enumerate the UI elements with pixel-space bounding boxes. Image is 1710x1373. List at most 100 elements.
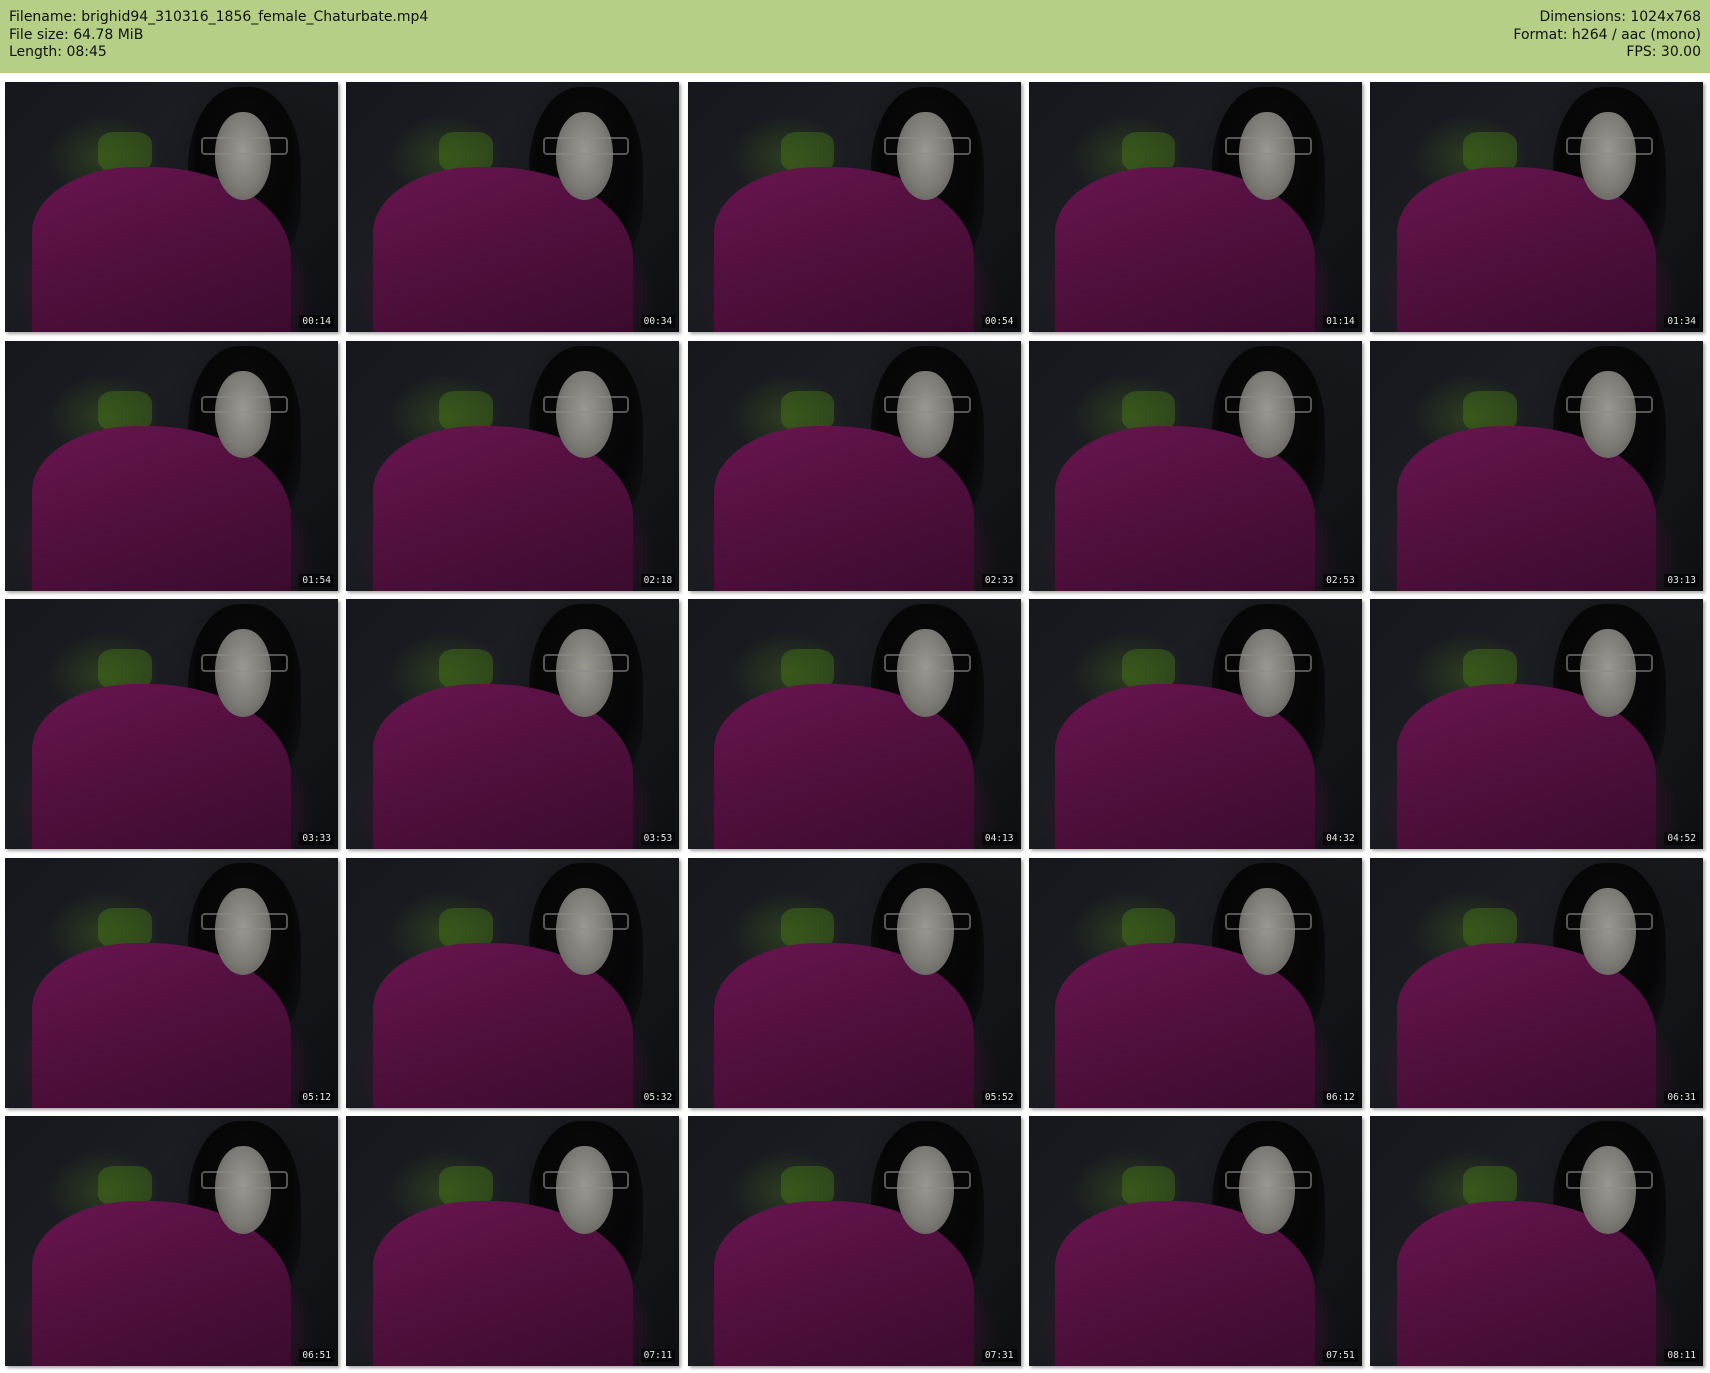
frame-face xyxy=(897,887,954,975)
video-frame-thumbnail[interactable]: 07:51 xyxy=(1028,1116,1362,1366)
video-frame-thumbnail[interactable]: 06:31 xyxy=(1370,857,1703,1108)
frame-image xyxy=(5,857,338,1108)
frame-glasses xyxy=(1566,912,1654,930)
frame-glasses xyxy=(201,1171,289,1189)
frame-glasses xyxy=(1225,137,1312,155)
frame-glasses xyxy=(542,654,630,672)
frame-image xyxy=(1028,1116,1362,1366)
frame-image xyxy=(5,340,338,591)
frame-pillow xyxy=(1463,132,1517,172)
video-frame-thumbnail[interactable]: 06:51 xyxy=(5,1116,338,1366)
frame-pillow xyxy=(1463,390,1517,431)
timestamp-label: 02:53 xyxy=(1323,573,1358,587)
timestamp-label: 07:31 xyxy=(981,1349,1017,1362)
video-frame-thumbnail[interactable]: 04:32 xyxy=(1028,599,1362,849)
frame-image xyxy=(1370,340,1703,591)
frame-face xyxy=(556,112,613,200)
video-frame-thumbnail[interactable]: 03:33 xyxy=(5,599,338,849)
video-frame-thumbnail[interactable]: 04:52 xyxy=(1370,599,1703,849)
frame-pillow xyxy=(780,649,834,689)
frame-pillow xyxy=(439,132,493,172)
timestamp-label: 05:52 xyxy=(981,1090,1017,1104)
frame-image xyxy=(1028,82,1362,332)
frame-image xyxy=(346,340,680,591)
frame-pillow xyxy=(780,907,834,948)
frame-image xyxy=(687,857,1021,1108)
frame-glasses xyxy=(883,1171,971,1189)
timestamp-label: 00:14 xyxy=(299,315,334,328)
timestamp-label: 04:13 xyxy=(981,832,1017,845)
frame-image xyxy=(5,82,338,332)
frame-pillow xyxy=(98,132,152,172)
video-frame-thumbnail[interactable]: 02:18 xyxy=(346,340,680,591)
timestamp-label: 05:32 xyxy=(640,1090,676,1104)
video-frame-thumbnail[interactable]: 01:34 xyxy=(1370,82,1703,332)
frame-image xyxy=(687,340,1021,591)
thumbnail-grid: 00:14 00:34 00:54 01:14 01:34 01:54 02:18 02:33… xyxy=(5,82,1707,1370)
frame-image xyxy=(1370,599,1703,849)
video-frame-thumbnail[interactable]: 08:11 xyxy=(1370,1116,1703,1366)
frame-glasses xyxy=(1225,1171,1312,1189)
frame-image xyxy=(346,82,680,332)
timestamp-label: 01:34 xyxy=(1664,315,1699,328)
file-info-header: Filename: brighid94_310316_1856_female_C… xyxy=(0,0,1710,73)
timestamp-label: 06:31 xyxy=(1664,1090,1699,1104)
frame-face xyxy=(1238,112,1296,200)
frame-glasses xyxy=(542,395,630,413)
fps-text: FPS: 30.00 xyxy=(1626,44,1701,60)
frame-image xyxy=(1028,599,1362,849)
frame-glasses xyxy=(201,654,289,672)
timestamp-label: 03:13 xyxy=(1664,573,1699,587)
frame-face xyxy=(1238,1146,1296,1234)
timestamp-label: 00:54 xyxy=(981,315,1017,328)
frame-pillow xyxy=(1463,1166,1517,1206)
frame-image xyxy=(1370,857,1703,1108)
frame-glasses xyxy=(201,912,289,930)
video-frame-thumbnail[interactable]: 02:33 xyxy=(687,340,1021,591)
video-frame-thumbnail[interactable]: 07:31 xyxy=(687,1116,1021,1366)
video-frame-thumbnail[interactable]: 00:14 xyxy=(5,82,338,332)
frame-pillow xyxy=(439,390,493,431)
video-frame-thumbnail[interactable]: 05:12 xyxy=(5,857,338,1108)
frame-glasses xyxy=(883,395,971,413)
frame-pillow xyxy=(98,649,152,689)
frame-glasses xyxy=(1566,1171,1654,1189)
frame-image xyxy=(1370,1116,1703,1366)
video-frame-thumbnail[interactable]: 01:54 xyxy=(5,340,338,591)
frame-pillow xyxy=(439,1166,493,1206)
frame-pillow xyxy=(1463,907,1517,948)
frame-glasses xyxy=(883,912,971,930)
format-text: Format: h264 / aac (mono) xyxy=(1513,26,1701,43)
video-frame-thumbnail[interactable]: 05:52 xyxy=(687,857,1021,1108)
frame-glasses xyxy=(201,137,289,155)
frame-face xyxy=(1579,629,1637,717)
frame-face xyxy=(214,1146,272,1234)
video-frame-thumbnail[interactable]: 02:53 xyxy=(1028,340,1362,591)
frame-image xyxy=(346,857,680,1108)
frame-image xyxy=(5,599,338,849)
frame-face xyxy=(897,112,954,200)
timestamp-label: 03:53 xyxy=(640,832,676,845)
frame-face xyxy=(1238,629,1296,717)
timestamp-label: 04:52 xyxy=(1664,832,1699,845)
video-frame-thumbnail[interactable]: 05:32 xyxy=(346,857,680,1108)
frame-pillow xyxy=(1121,390,1176,431)
frame-face xyxy=(897,370,954,458)
frame-image xyxy=(346,599,680,849)
timestamp-label: 04:32 xyxy=(1323,832,1358,845)
video-frame-thumbnail[interactable]: 01:14 xyxy=(1028,82,1362,332)
frame-pillow xyxy=(780,1166,834,1206)
frame-pillow xyxy=(439,649,493,689)
frame-image xyxy=(687,1116,1021,1366)
video-frame-thumbnail[interactable]: 03:13 xyxy=(1370,340,1703,591)
video-frame-thumbnail[interactable]: 04:13 xyxy=(687,599,1021,849)
frame-glasses xyxy=(1566,137,1654,155)
timestamp-label: 01:54 xyxy=(299,573,334,587)
video-frame-thumbnail[interactable]: 00:54 xyxy=(687,82,1021,332)
frame-glasses xyxy=(201,395,289,413)
frame-image xyxy=(687,82,1021,332)
video-frame-thumbnail[interactable]: 00:34 xyxy=(346,82,680,332)
video-frame-thumbnail[interactable]: 06:12 xyxy=(1028,857,1362,1108)
video-frame-thumbnail[interactable]: 07:11 xyxy=(346,1116,680,1366)
video-frame-thumbnail[interactable]: 03:53 xyxy=(346,599,680,849)
